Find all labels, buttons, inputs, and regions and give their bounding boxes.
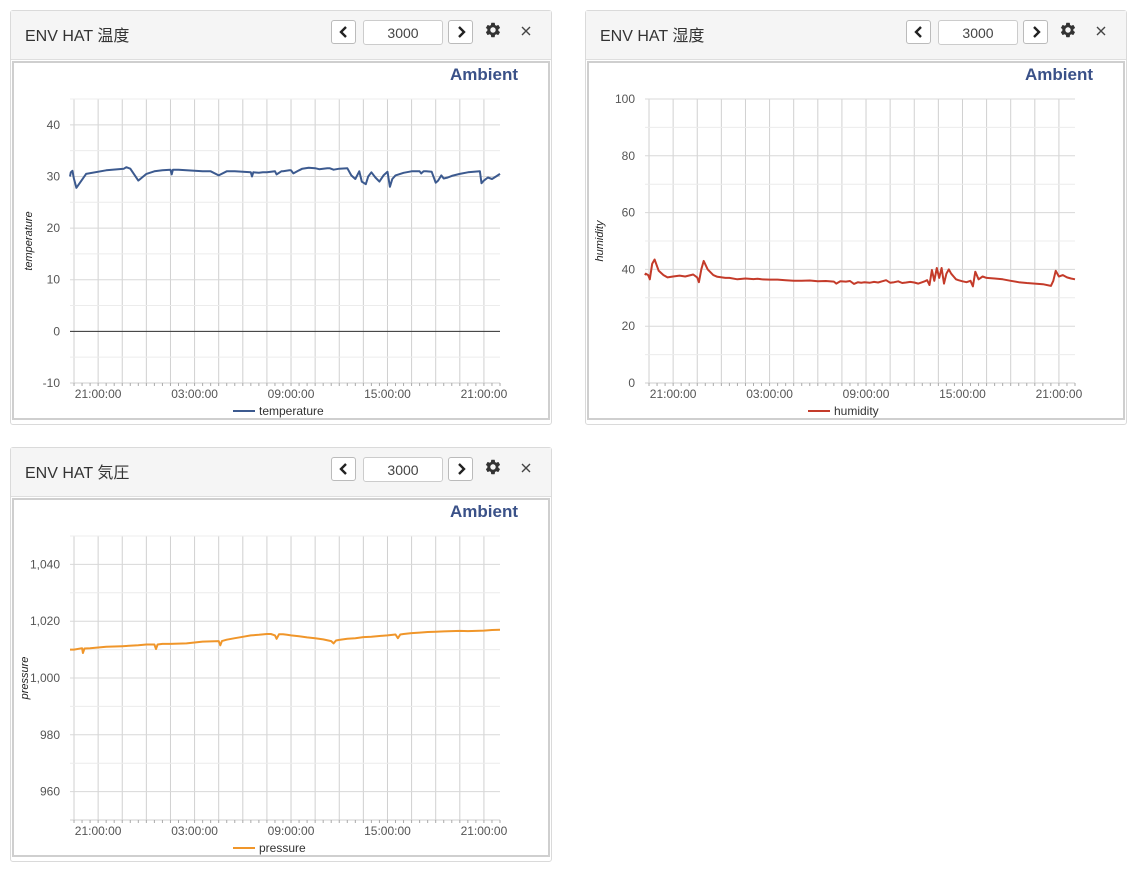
chart-panel-temperature: ENV HAT 温度 Ambient -1001020304021:00:000…	[10, 10, 552, 425]
y-tick-label: 0	[628, 376, 635, 390]
settings-button[interactable]	[484, 21, 504, 41]
y-tick-label: 20	[47, 221, 61, 235]
y-tick-label: 960	[40, 785, 60, 799]
y-tick-label: 40	[47, 118, 61, 132]
x-tick-label: 15:00:00	[939, 387, 986, 401]
settings-button[interactable]	[1059, 21, 1079, 41]
y-tick-label: 10	[47, 273, 61, 287]
y-tick-label: 0	[53, 324, 60, 338]
chart-area: Ambient 960 980 1,000 1,020 1,040 21:00:00 03:…	[12, 498, 550, 857]
x-tick-label: 21:00:00	[75, 387, 122, 401]
x-tick-label: 09:00:00	[268, 824, 315, 838]
x-tick-label: 21:00:00	[461, 824, 508, 838]
panel-title: ENV HAT 湿度	[600, 28, 705, 45]
chart-area: Ambient -10 0 10 20 30 40 21:00:00 03:00:00 09:0…	[12, 61, 550, 420]
y-axis-title: temperature	[23, 211, 35, 270]
x-tick-label: 03:00:00	[171, 387, 218, 401]
prev-button[interactable]	[906, 20, 931, 44]
chart-panel-pressure: ENV HAT 気圧 Ambient 9609801,0001,0201,040…	[10, 447, 552, 862]
panel-header: ENV HAT 気圧	[11, 448, 551, 497]
close-icon	[1096, 26, 1106, 36]
gear-icon	[485, 459, 501, 475]
y-tick-label: 60	[622, 206, 636, 220]
y-tick-label: 1,020	[30, 614, 60, 628]
close-button[interactable]	[518, 460, 534, 476]
x-tick-label: 15:00:00	[364, 387, 411, 401]
y-tick-label: -10	[43, 376, 61, 390]
chart-panel-humidity: ENV HAT 湿度 Ambient 02040608010021:00:000…	[585, 10, 1127, 425]
settings-button[interactable]	[484, 458, 504, 478]
panel-header: ENV HAT 湿度	[586, 11, 1126, 60]
humidity-chart: 0 20 40 60 80 100 21:00:00 03:00:00 09:00:00 15:0…	[594, 92, 1083, 418]
panel-title: ENV HAT 温度	[25, 28, 130, 45]
next-button[interactable]	[1023, 20, 1048, 44]
legend-label: temperature	[259, 404, 324, 418]
y-tick-label: 20	[622, 319, 636, 333]
close-icon	[521, 463, 531, 473]
x-tick-label: 21:00:00	[1036, 387, 1083, 401]
chevron-right-icon	[1032, 26, 1041, 38]
x-tick-label: 15:00:00	[364, 824, 411, 838]
y-axis-title: humidity	[594, 219, 606, 261]
close-button[interactable]	[1093, 23, 1109, 39]
count-input[interactable]	[363, 20, 443, 45]
x-tick-label: 03:00:00	[746, 387, 793, 401]
legend-label: pressure	[259, 841, 306, 855]
x-tick-label: 03:00:00	[171, 824, 218, 838]
close-icon	[521, 26, 531, 36]
y-tick-label: 1,040	[30, 557, 60, 571]
gear-icon	[1060, 22, 1076, 38]
gear-icon	[485, 22, 501, 38]
panel-header: ENV HAT 温度	[11, 11, 551, 60]
x-tick-label: 09:00:00	[268, 387, 315, 401]
x-tick-label: 21:00:00	[650, 387, 697, 401]
temperature-chart: -10 0 10 20 30 40 21:00:00 03:00:00 09:00:00 15:0…	[23, 98, 508, 418]
legend-label: humidity	[834, 404, 879, 418]
chart-area: Ambient 0 20 40 60 80 100 21:00:00 03:00:00 09:0…	[587, 61, 1125, 420]
x-tick-label: 21:00:00	[75, 824, 122, 838]
y-axis-title: pressure	[19, 657, 31, 701]
chevron-left-icon	[913, 26, 922, 38]
next-button[interactable]	[448, 457, 473, 481]
y-tick-label: 80	[622, 149, 636, 163]
x-tick-label: 09:00:00	[843, 387, 890, 401]
chevron-right-icon	[457, 26, 466, 38]
prev-button[interactable]	[331, 20, 356, 44]
pressure-chart: 960 980 1,000 1,020 1,040 21:00:00 03:00:00 09:…	[19, 535, 508, 855]
y-tick-label: 30	[47, 169, 61, 183]
panel-title: ENV HAT 気圧	[25, 465, 130, 482]
close-button[interactable]	[518, 23, 534, 39]
y-tick-label: 100	[615, 92, 635, 106]
y-tick-label: 1,000	[30, 671, 60, 685]
count-input[interactable]	[938, 20, 1018, 45]
next-button[interactable]	[448, 20, 473, 44]
count-input[interactable]	[363, 457, 443, 482]
y-tick-label: 980	[40, 728, 60, 742]
chevron-left-icon	[338, 26, 347, 38]
chevron-right-icon	[457, 463, 466, 475]
y-tick-label: 40	[622, 262, 636, 276]
prev-button[interactable]	[331, 457, 356, 481]
chevron-left-icon	[338, 463, 347, 475]
x-tick-label: 21:00:00	[461, 387, 508, 401]
